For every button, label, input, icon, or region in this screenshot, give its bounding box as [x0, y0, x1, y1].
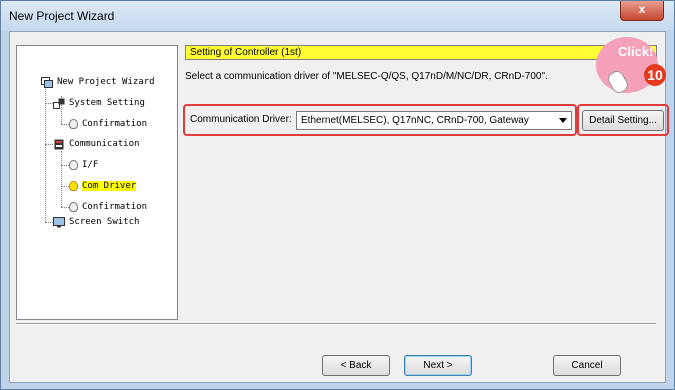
page-header: Setting of Controller (1st)	[185, 45, 657, 60]
click-callout: Click! 10	[596, 37, 666, 96]
chevron-down-icon[interactable]	[559, 118, 567, 123]
tree-connector	[45, 144, 53, 145]
step-number-badge: 10	[644, 64, 666, 86]
tree-item-com-driver[interactable]: Com Driver	[69, 179, 137, 193]
bulb-icon	[69, 119, 78, 129]
communication-icon	[53, 139, 65, 150]
driver-dropdown-value: Ethernet(MELSEC), Q17nNC, CRnD-700, Gate…	[301, 115, 529, 126]
footer-divider	[16, 323, 656, 325]
cancel-button[interactable]: Cancel	[553, 355, 621, 376]
tree-item-screen-switch[interactable]: Screen Switch	[53, 215, 139, 229]
tree-connector	[61, 207, 69, 208]
tree-item-communication-confirmation[interactable]: Confirmation	[69, 200, 147, 214]
driver-dropdown[interactable]: Ethernet(MELSEC), Q17nNC, CRnD-700, Gate…	[296, 111, 572, 130]
page-description: Select a communication driver of "MELSEC…	[185, 71, 548, 82]
tree-connector	[61, 186, 69, 187]
navigation-tree: New Project Wizard System Setting Confir…	[17, 46, 177, 319]
close-button[interactable]: x	[620, 1, 664, 21]
tree-connector	[45, 103, 53, 104]
screen-icon	[53, 216, 65, 228]
tree-connector	[61, 151, 62, 207]
navigation-tree-panel: New Project Wizard System Setting Confir…	[16, 45, 178, 320]
project-icon	[41, 76, 53, 88]
tree-item-interface[interactable]: I/F	[69, 158, 98, 172]
tree-connector	[45, 222, 53, 223]
callout-text: Click!	[618, 44, 654, 59]
next-button[interactable]: Next >	[404, 355, 472, 376]
system-icon	[53, 98, 65, 109]
window-title: New Project Wizard	[9, 9, 115, 23]
back-button[interactable]: < Back	[322, 355, 390, 376]
tree-connector	[61, 124, 69, 125]
tree-item-communication[interactable]: Communication	[53, 137, 139, 151]
bulb-icon	[69, 202, 78, 212]
detail-setting-button[interactable]: Detail Setting...	[582, 110, 664, 131]
tree-item-system-confirmation[interactable]: Confirmation	[69, 117, 147, 131]
tree-connector	[61, 165, 69, 166]
bulb-on-icon	[69, 181, 78, 191]
driver-label: Communication Driver:	[190, 114, 292, 125]
tree-item-new-project-wizard[interactable]: New Project Wizard	[41, 75, 155, 89]
bulb-icon	[69, 160, 78, 170]
title-bar[interactable]: New Project Wizard x	[1, 1, 674, 31]
tree-item-system-setting[interactable]: System Setting	[53, 96, 145, 110]
